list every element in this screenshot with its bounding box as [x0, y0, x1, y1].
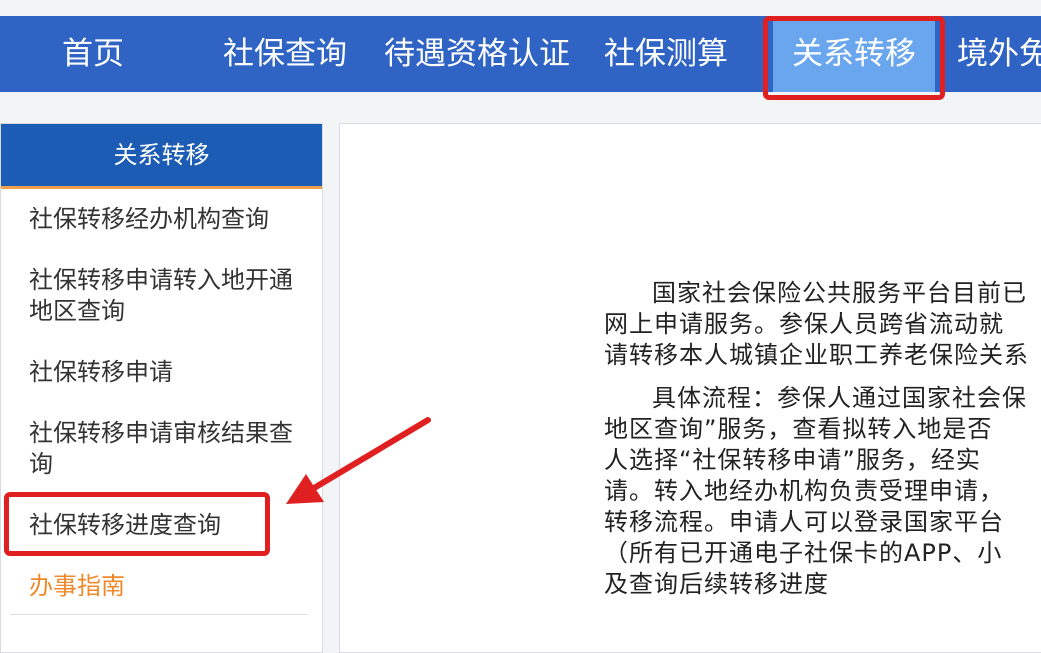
sidebar: 关系转移 社保转移经办机构查询 社保转移申请转入地开通地区查询 社保转移申请 社… — [0, 123, 323, 653]
content-line: 地区查询”服务，查看拟转入地是否 — [604, 415, 993, 443]
content-line: 国家社会保险公共服务平台目前已 — [652, 279, 1027, 307]
content-text: 国家社会保险公共服务平台目前已 网上申请服务。参保人员跨省流动就 请转移本人城镇… — [604, 278, 1041, 612]
sidebar-item-transfer-area-query[interactable]: 社保转移申请转入地开通地区查询 — [29, 265, 314, 327]
content-line: 人选择“社保转移申请”服务，经实 — [604, 446, 981, 474]
nav-item-benefit-qualification[interactable]: 待遇资格认证 — [384, 16, 570, 92]
sidebar-item-transfer-agency-query[interactable]: 社保转移经办机构查询 — [29, 204, 314, 235]
nav-item-relation-transfer[interactable]: 关系转移 — [773, 16, 935, 92]
nav-item-social-security-calculation[interactable]: 社保测算 — [604, 16, 728, 92]
content-paragraph-1: 国家社会保险公共服务平台目前已 网上申请服务。参保人员跨省流动就 请转移本人城镇… — [604, 278, 1041, 371]
content-line: 网上申请服务。参保人员跨省流动就 — [604, 310, 1004, 338]
content-paragraph-2: 具体流程：参保人通过国家社会保 地区查询”服务，查看拟转入地是否 人选择“社保转… — [604, 383, 1041, 600]
content-line: 具体流程：参保人通过国家社会保 — [652, 384, 1027, 412]
nav-item-overseas[interactable]: 境外免 — [957, 16, 1041, 92]
sidebar-item-transfer-apply[interactable]: 社保转移申请 — [29, 357, 314, 388]
sidebar-divider — [10, 614, 308, 615]
top-nav-bar: 首页 社保查询 待遇资格认证 社保测算 关系转移 境外免 — [0, 16, 1041, 92]
nav-item-social-security-query[interactable]: 社保查询 — [223, 16, 347, 92]
nav-item-home[interactable]: 首页 — [62, 16, 124, 92]
sidebar-item-transfer-review-result[interactable]: 社保转移申请审核结果查询 — [29, 418, 314, 480]
content-line: （所有已开通电子社保卡的APP、小 — [604, 539, 1003, 567]
content-panel: 国家社会保险公共服务平台目前已 网上申请服务。参保人员跨省流动就 请转移本人城镇… — [339, 123, 1041, 653]
sidebar-title: 关系转移 — [1, 124, 322, 189]
content-line: 请。转入地经办机构负责受理申请， — [604, 477, 1004, 505]
sidebar-item-guide[interactable]: 办事指南 — [29, 571, 314, 602]
sidebar-item-transfer-progress[interactable]: 社保转移进度查询 — [29, 510, 314, 541]
content-line: 及查询后续转移进度 — [604, 570, 829, 598]
content-line: 转移流程。申请人可以登录国家平台 — [604, 508, 1004, 536]
content-line: 请转移本人城镇企业职工养老保险关系 — [604, 341, 1029, 369]
